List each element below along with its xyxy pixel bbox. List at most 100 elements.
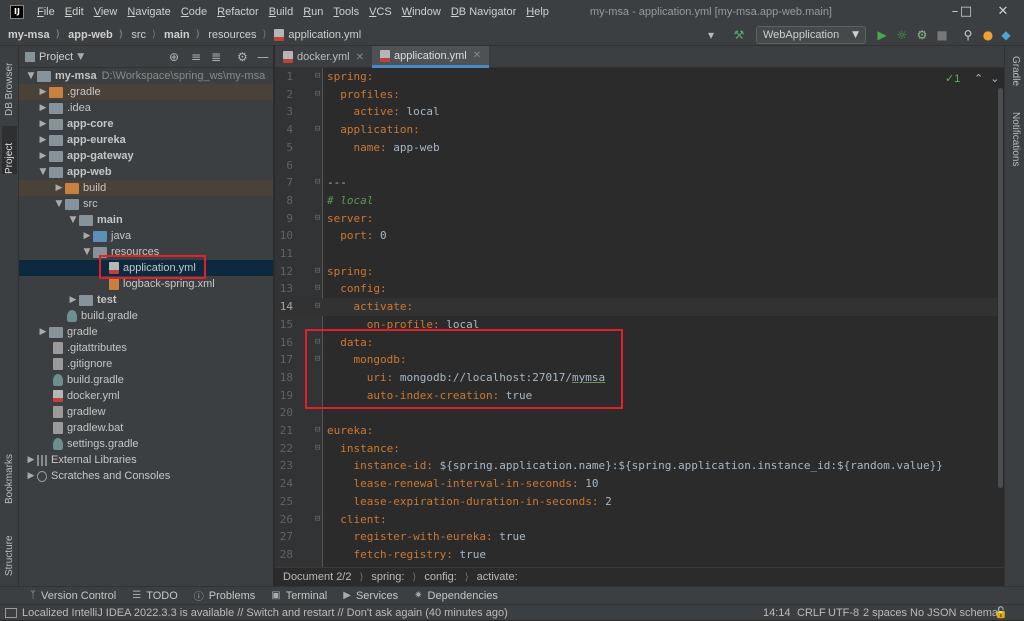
vcs-user-icon[interactable]: ▾ [700,24,722,46]
tool-terminal[interactable]: ▣ Terminal [271,590,327,602]
close-icon[interactable]: ✕ [473,50,481,61]
tree-item-gitattributes[interactable]: .gitattributes [19,340,273,356]
gear-icon[interactable]: ⚙ [237,46,248,68]
notifications-tab[interactable]: Notifications [1008,112,1023,192]
fold-marker-icon[interactable]: ⊟ [315,422,320,440]
gradle-tab[interactable]: Gradle [1008,56,1023,100]
chevron-up-icon[interactable]: ⌃ [974,72,983,85]
menu-edit[interactable]: Edit [60,6,89,18]
breadcrumb-resources[interactable]: resources ⟩ [200,29,266,41]
tree-item-build[interactable]: ▶ build [19,180,273,196]
scrollbar-thumb[interactable] [998,88,1003,488]
tree-item-test[interactable]: ▶ test [19,292,273,308]
tree-item-app-web[interactable]: ▼ app-web [19,164,273,180]
menu-view[interactable]: View [89,6,123,18]
tree-item-root[interactable]: ▼ my-msa D:\Workspace\spring_ws\my-msa [19,68,273,84]
editor-scrollbar[interactable] [997,68,1004,567]
menu-refactor[interactable]: Refactor [212,6,264,18]
code-line[interactable]: 6 [275,157,997,175]
code-line[interactable]: 11 [275,245,997,263]
crumb-spring[interactable]: spring: [371,571,404,583]
fold-marker-icon[interactable]: ⊟ [315,280,320,298]
code-line[interactable]: 25 lease-expiration-duration-in-seconds:… [275,493,997,511]
coverage-icon[interactable]: ⚙ [914,24,930,46]
code-line[interactable]: 5 name: app-web [275,139,997,157]
maximize-button[interactable]: □ [958,0,974,24]
fold-marker-icon[interactable]: ⊟ [315,298,320,316]
tool-window-toggle-icon[interactable] [5,608,17,618]
code-line[interactable]: 22 ⊟ instance: [275,440,997,458]
crumb-activate[interactable]: activate: [477,571,518,583]
tree-item-settings-gradle[interactable]: settings.gradle [19,436,273,452]
tree-item-docker-yml[interactable]: docker.yml [19,388,273,404]
code-line[interactable]: 21 ⊟ eureka: [275,422,997,440]
close-icon[interactable]: ✕ [356,52,364,63]
tree-item-gradle-dir[interactable]: ▶ .gradle [19,84,273,100]
update-icon[interactable]: ● [980,24,996,46]
menu-run[interactable]: Run [298,6,328,18]
inspection-widget[interactable]: ✓1 [945,72,960,85]
lock-icon[interactable]: 🔓 [994,605,1008,621]
code-line[interactable]: 24 lease-renewal-interval-in-seconds: 10 [275,475,997,493]
fold-marker-icon[interactable]: ⊟ [315,210,320,228]
menu-tools[interactable]: Tools [328,6,364,18]
breadcrumb-module[interactable]: app-web ⟩ [60,29,123,41]
indent-setting[interactable]: 2 spaces [863,605,907,621]
code-line[interactable]: 23 instance-id: ${spring.application.nam… [275,457,997,475]
menu-db-navigator[interactable]: DB Navigator [446,6,521,18]
bookmarks-tab[interactable]: Bookmarks [2,446,17,504]
collapse-all-icon[interactable]: ≣ [211,46,221,68]
tab-application-yml[interactable]: application.yml ✕ [371,46,490,68]
tree-item-idea[interactable]: ▶ .idea [19,100,273,116]
tree-item-app-eureka[interactable]: ▶ app-eureka [19,132,273,148]
tree-item-scratches[interactable]: ▶ Scratches and Consoles [19,468,273,484]
locate-file-icon[interactable]: ⊕ [169,46,179,68]
build-hammer-icon[interactable]: ⚒ [730,24,748,46]
tree-item-app-core[interactable]: ▶ app-core [19,116,273,132]
code-line[interactable]: 2 ⊟ profiles: [275,86,997,104]
tool-problems[interactable]: ⓘ Problems [194,588,255,604]
search-icon[interactable]: ⚲ [960,24,976,46]
tree-item-gradlew-bat[interactable]: gradlew.bat [19,420,273,436]
tree-item-gradle[interactable]: ▶ gradle [19,324,273,340]
stop-icon[interactable]: ■ [934,24,950,46]
code-editor[interactable]: 1 ⊟ spring: 2 ⊟ profiles: 3 active: local 4 ⊟ a… [275,68,997,567]
tree-item-build-gradle[interactable]: build.gradle [19,372,273,388]
breadcrumb-project[interactable]: my-msa ⟩ [0,29,60,41]
jetbrains-toolbox-icon[interactable]: ◆ [998,24,1014,46]
line-separator[interactable]: CRLF [797,605,826,621]
caret-position[interactable]: 14:14 [763,605,791,621]
project-view-select[interactable]: Project [39,51,73,63]
project-tab[interactable]: Project [2,126,17,174]
code-line[interactable]: 4 ⊟ application: [275,121,997,139]
tool-services[interactable]: ▶ Services [343,590,398,602]
tab-docker-yml[interactable]: docker.yml ✕ [275,46,372,68]
fold-marker-icon[interactable]: ⊟ [315,68,320,86]
code-line[interactable]: 12 ⊟ spring: [275,263,997,281]
menu-code[interactable]: Code [176,6,212,18]
menu-navigate[interactable]: Navigate [122,6,175,18]
tree-item-app-web-build-gradle[interactable]: build.gradle [19,308,273,324]
close-button[interactable]: ✕ [980,0,1024,24]
code-line[interactable]: 13 ⊟ config: [275,280,997,298]
breadcrumb-main[interactable]: main ⟩ [156,29,200,41]
tool-todo[interactable]: ☰ TODO [132,590,178,602]
run-configuration-select[interactable]: WebApplication ▼ [756,26,866,44]
db-browser-tab[interactable]: DB Browser [2,56,17,116]
tool-version-control[interactable]: ᛉ Version Control [30,590,116,602]
breadcrumb-file[interactable]: application.yml [266,28,361,41]
expand-all-icon[interactable]: ≡ [191,46,201,68]
menu-help[interactable]: Help [521,6,554,18]
hide-panel-icon[interactable]: — [257,46,269,68]
code-line[interactable]: 28 fetch-registry: true [275,546,997,564]
tree-item-gradlew[interactable]: gradlew [19,404,273,420]
fold-marker-icon[interactable]: ⊟ [315,511,320,529]
debug-icon[interactable]: ☼ [894,24,910,46]
menu-window[interactable]: Window [397,6,446,18]
crumb-config[interactable]: config: [424,571,456,583]
tree-item-main[interactable]: ▼ main [19,212,273,228]
run-icon[interactable]: ▶ [874,24,890,46]
code-line[interactable]: 27 register-with-eureka: true [275,528,997,546]
code-line[interactable]: 8 # local [275,192,997,210]
breadcrumb-src[interactable]: src ⟩ [123,29,156,41]
